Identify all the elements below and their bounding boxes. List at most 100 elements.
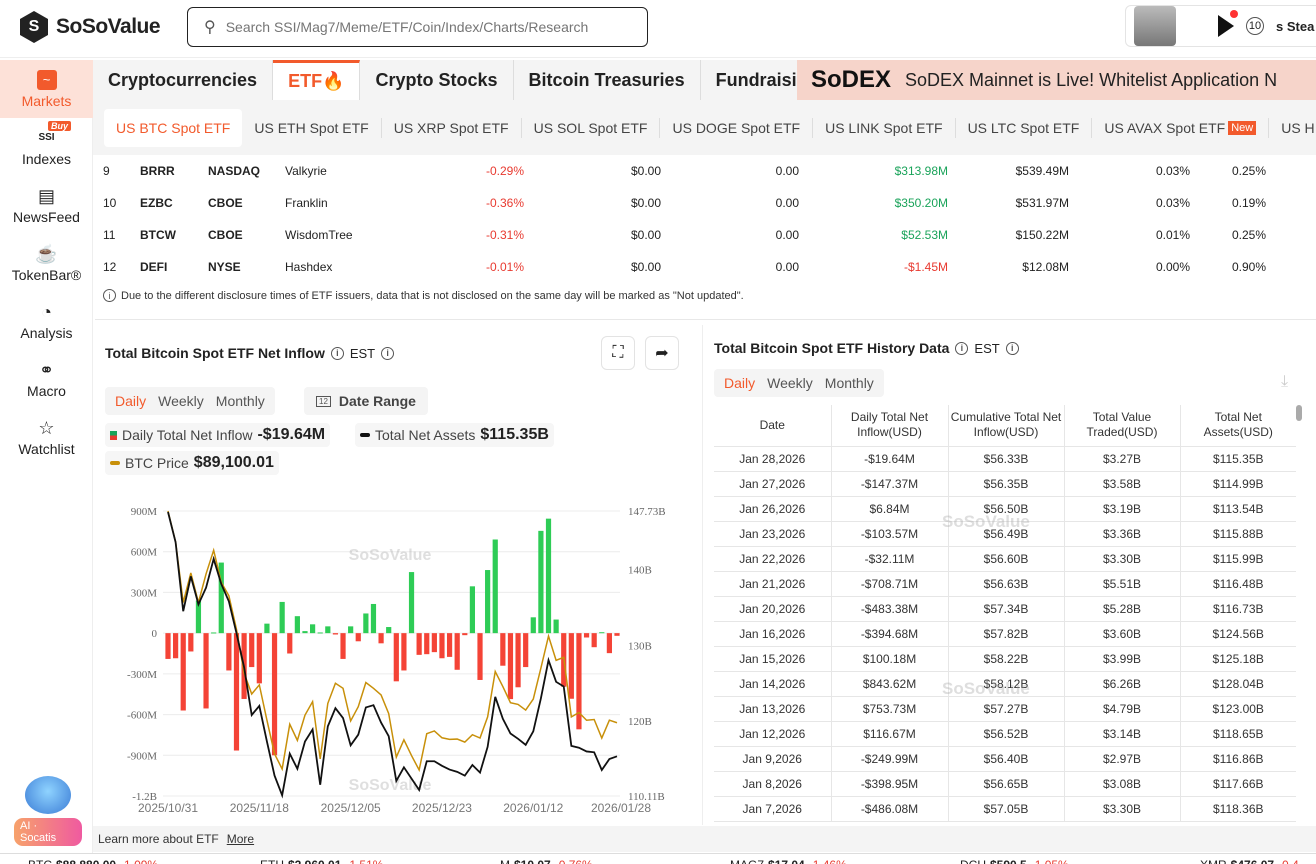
- sidebar-item-analysis[interactable]: ◔ Analysis: [0, 292, 93, 350]
- table-row[interactable]: 12 DEFI NYSE Hashdex -0.01% $0.00 0.00 -$1.45M $…: [95, 251, 1316, 283]
- inflow-bar: [393, 633, 399, 682]
- cell-ticker: EZBC: [140, 196, 173, 210]
- period-weekly[interactable]: Weekly: [761, 375, 819, 391]
- ai-assistant-button[interactable]: AI · Socatis: [14, 776, 82, 846]
- cell-c3: 0.00: [775, 228, 799, 242]
- inflow-bar: [165, 633, 171, 659]
- cell-rank: 10: [103, 196, 117, 210]
- column-header[interactable]: Cumulative Total Net Inflow(USD): [947, 405, 1065, 447]
- subtab-us-xrp-spot-etf[interactable]: US XRP Spot ETF: [382, 117, 522, 138]
- period-monthly[interactable]: Monthly: [819, 375, 880, 391]
- inflow-bar: [583, 633, 590, 638]
- more-link[interactable]: More: [227, 832, 254, 846]
- date-range-button[interactable]: 12 Date Range: [304, 387, 428, 415]
- table-row[interactable]: Jan 13,2026 $753.73M $57.27B $4.79B $123.00B: [714, 696, 1296, 722]
- sidebar-item-macro[interactable]: ⚭ Macro: [0, 350, 93, 408]
- info-icon[interactable]: i: [330, 346, 344, 360]
- sidebar-item-label: NewsFeed: [13, 208, 80, 225]
- subtab-us-btc-spot-etf[interactable]: US BTC Spot ETF: [104, 108, 243, 147]
- download-icon[interactable]: ⤓: [1281, 373, 1288, 391]
- info-icon[interactable]: i: [1005, 341, 1019, 355]
- fullscreen-button[interactable]: ⛶: [601, 336, 635, 370]
- sodex-banner[interactable]: SoDEX SoDEX Mainnet is Live! Whitelist A…: [797, 60, 1316, 100]
- column-header[interactable]: Date: [714, 405, 832, 447]
- subtab-label: US AVAX Spot ETF: [1104, 119, 1226, 136]
- legend-value: $115.35B: [480, 426, 549, 443]
- table-cell: $113.54B: [1180, 496, 1296, 522]
- share-button[interactable]: ➦: [645, 336, 679, 370]
- tab-crypto-stocks[interactable]: Crypto Stocks: [360, 60, 514, 100]
- subtab-us-eth-spot-etf[interactable]: US ETH Spot ETF: [242, 117, 382, 138]
- cell-rank: 12: [103, 260, 117, 274]
- tab-bitcoin-treasuries[interactable]: Bitcoin Treasuries: [514, 60, 701, 100]
- legend-assets[interactable]: Total Net Assets $115.35B: [355, 423, 554, 447]
- info-icon[interactable]: i: [955, 341, 969, 355]
- x-axis-tick: 2026/01/28: [591, 801, 651, 815]
- period-daily[interactable]: Daily: [109, 393, 152, 409]
- ticker-item[interactable]: ETH $2,960.01 -1.51%: [260, 858, 387, 864]
- table-row[interactable]: 10 EZBC CBOE Franklin -0.36% $0.00 0.00 $350.20…: [95, 187, 1316, 219]
- ticker-item[interactable]: DCU $590.5 -1.05%: [960, 858, 1073, 864]
- left-axis-tick: 600M: [131, 547, 158, 559]
- sidebar-item-indexes[interactable]: Buy SSI Indexes: [0, 118, 93, 176]
- column-header[interactable]: Total Net Assets(USD): [1179, 405, 1296, 447]
- cell-change: -0.01%: [485, 260, 524, 274]
- play-icon[interactable]: [1218, 10, 1238, 37]
- sidebar-item-tokenbar[interactable]: ☕ TokenBar®: [0, 234, 93, 292]
- inflow-bar: [233, 633, 240, 751]
- table-row[interactable]: Jan 21,2026 -$708.71M $56.63B $5.51B $116.48…: [714, 571, 1296, 597]
- subtab-us-ltc-spot-etf[interactable]: US LTC Spot ETF: [956, 117, 1093, 138]
- table-row[interactable]: Jan 12,2026 $116.67M $56.52B $3.14B $118.65B: [714, 721, 1296, 747]
- ticker-item[interactable]: MAG7 $17.04 -1.46%: [730, 858, 851, 864]
- sidebar-item-watchlist[interactable]: ☆ Watchlist: [0, 408, 93, 466]
- inflow-chart[interactable]: 900M600M300M0-300M-600M-900M-1.2B147.73B…: [95, 490, 695, 825]
- table-row[interactable]: Jan 16,2026 -$394.68M $57.82B $3.60B $124.56…: [714, 621, 1296, 647]
- cell-c3: 0.00: [775, 164, 799, 178]
- subtab-us-link-spot-etf[interactable]: US LINK Spot ETF: [813, 117, 956, 138]
- subtab-us-avax-spot-etf[interactable]: US AVAX Spot ETF New: [1092, 117, 1270, 138]
- ticker-chg: -0.4: [1278, 858, 1299, 864]
- sidebar-item-markets[interactable]: ~ Markets: [0, 60, 93, 118]
- table-row[interactable]: Jan 28,2026 -$19.64M $56.33B $3.27B $115.35B: [714, 446, 1296, 472]
- inflow-bar: [591, 633, 597, 648]
- subtab-us-h[interactable]: US H: [1269, 118, 1316, 138]
- table-row[interactable]: 9 BRRR NASDAQ Valkyrie -0.29% $0.00 0.00 $313.9…: [95, 155, 1316, 187]
- cell-inflow: $350.20M: [894, 196, 948, 210]
- table-scrollbar[interactable]: [1296, 405, 1302, 421]
- period-monthly[interactable]: Monthly: [210, 393, 271, 409]
- table-row[interactable]: Jan 26,2026 $6.84M $56.50B $3.19B $113.54B: [714, 496, 1296, 522]
- ticker-item[interactable]: M $10.07 -0.76%: [500, 858, 597, 864]
- table-row[interactable]: Jan 9,2026 -$249.99M $56.40B $2.97B $116.86B: [714, 746, 1296, 772]
- legend-btc-price[interactable]: BTC Price $89,100.01: [105, 451, 279, 475]
- table-row[interactable]: 11 BTCW CBOE WisdomTree -0.31% $0.00 0.00 $52.5…: [95, 219, 1316, 251]
- disclosure-note: i Due to the different disclosure times …: [103, 289, 744, 302]
- replay-10-icon[interactable]: 10: [1246, 17, 1264, 35]
- table-row[interactable]: Jan 8,2026 -$398.95M $56.65B $3.08B $117.66B: [714, 771, 1296, 797]
- search-input[interactable]: [225, 19, 606, 35]
- logo[interactable]: S SoSoValue: [20, 11, 161, 43]
- promo-player[interactable]: 10 s Stea: [1125, 5, 1316, 47]
- column-header[interactable]: Total Value Traded(USD): [1063, 405, 1181, 447]
- subtab-us-sol-spot-etf[interactable]: US SOL Spot ETF: [522, 117, 661, 138]
- table-row[interactable]: Jan 27,2026 -$147.37M $56.35B $3.58B $114.99…: [714, 471, 1296, 497]
- table-cell: $753.73M: [831, 696, 949, 722]
- tab-etf[interactable]: ETF 🔥: [273, 60, 361, 100]
- ticker-item[interactable]: BTC $88,880.00 -1.09%: [28, 858, 162, 864]
- table-row[interactable]: Jan 23,2026 -$103.57M $56.49B $3.36B $115.88…: [714, 521, 1296, 547]
- ticker-item[interactable]: XMR $476.07 -0.4: [1200, 858, 1303, 864]
- table-row[interactable]: Jan 14,2026 $843.62M $58.12B $6.26B $128.04B: [714, 671, 1296, 697]
- column-header[interactable]: Daily Total Net Inflow(USD): [830, 405, 949, 447]
- subtab-us-doge-spot-etf[interactable]: US DOGE Spot ETF: [660, 117, 814, 138]
- period-weekly[interactable]: Weekly: [152, 393, 210, 409]
- info-icon[interactable]: i: [381, 346, 395, 360]
- tab-cryptocurrencies[interactable]: Cryptocurrencies: [93, 60, 274, 100]
- legend-inflow[interactable]: Daily Total Net Inflow -$19.64M: [105, 423, 331, 447]
- search-box[interactable]: ⚲: [187, 7, 648, 47]
- period-daily[interactable]: Daily: [718, 375, 761, 391]
- table-row[interactable]: Jan 22,2026 -$32.11M $56.60B $3.30B $115.99B: [714, 546, 1296, 572]
- table-row[interactable]: Jan 7,2026 -$486.08M $57.05B $3.30B $118.36B: [714, 796, 1296, 822]
- table-row[interactable]: Jan 20,2026 -$483.38M $57.34B $5.28B $116.73…: [714, 596, 1296, 622]
- table-row[interactable]: Jan 15,2026 $100.18M $58.22B $3.99B $125.18B: [714, 646, 1296, 672]
- inflow-bar: [340, 633, 346, 659]
- sidebar-item-newsfeed[interactable]: ▤ NewsFeed: [0, 176, 93, 234]
